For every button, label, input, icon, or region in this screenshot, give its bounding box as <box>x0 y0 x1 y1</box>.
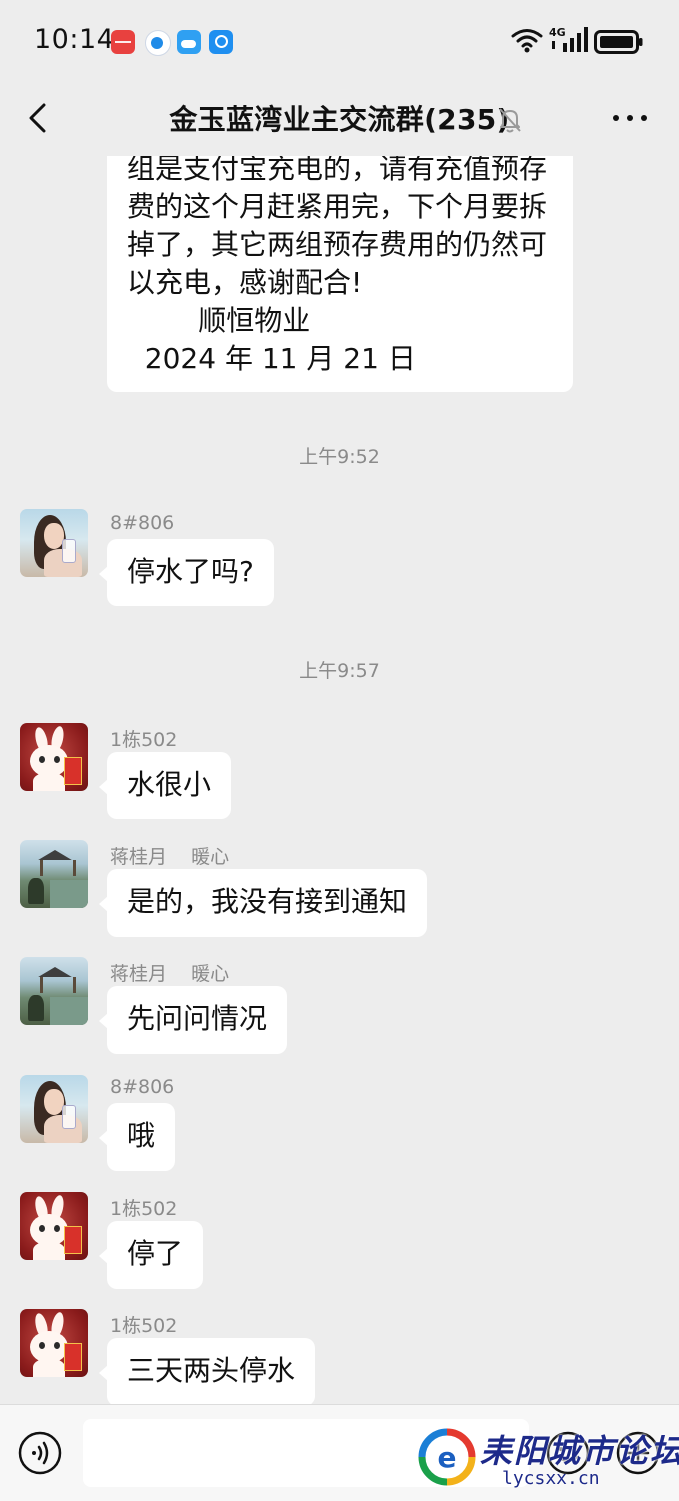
message-bubble[interactable]: 三天两头停水 <box>107 1338 316 1404</box>
announcement-line: 顺恒物业 <box>127 304 311 337</box>
message-bubble[interactable]: 水很小 <box>107 752 232 819</box>
forum-watermark: e 耒阳城市论坛 lycsxx.cn <box>418 1420 679 1496</box>
status-time: 10:14 <box>34 24 115 55</box>
message-bubble[interactable]: 是的，我没有接到通知 <box>107 869 428 937</box>
announcement-line: 掉了，其它两组预存费用的仍然可 <box>127 228 548 261</box>
forum-logo-icon: e <box>418 1428 476 1486</box>
announcement-bubble[interactable]: 组是支付宝充电的，请有充值预存 费的这个月赶紧用完，下个月要拆 掉了，其它两组预… <box>107 156 573 392</box>
wifi-icon <box>511 29 543 53</box>
announcement-line: 以充电，感谢配合! <box>127 266 363 299</box>
avatar[interactable] <box>20 1075 88 1143</box>
watermark-text: 耒阳城市论坛 <box>480 1432 679 1470</box>
message-bubble[interactable]: 哦 <box>107 1103 176 1171</box>
battery-icon <box>594 30 643 54</box>
avatar[interactable] <box>20 1192 88 1260</box>
huawei-store-icon <box>111 30 135 54</box>
announcement-line: 费的这个月赶紧用完，下个月要拆 <box>127 190 548 223</box>
sender-name: 蒋桂月 暖心 <box>110 963 230 985</box>
bell-muted-icon <box>499 108 521 133</box>
message-bubble[interactable]: 停水了吗? <box>107 539 274 606</box>
message-list[interactable]: 组是支付宝充电的，请有充值预存 费的这个月赶紧用完，下个月要拆 掉了，其它两组预… <box>0 156 679 1404</box>
avatar[interactable] <box>20 840 88 908</box>
sender-name: 1栋502 <box>110 729 178 751</box>
sender-name: 1栋502 <box>110 1315 178 1337</box>
status-bar: 10:14 4G <box>0 0 679 84</box>
sender-name: 蒋桂月 暖心 <box>110 846 230 868</box>
avatar[interactable] <box>20 509 88 577</box>
message-timestamp: 上午9:57 <box>299 660 380 682</box>
avatar[interactable] <box>20 1309 88 1377</box>
message-bubble[interactable]: 停了 <box>107 1221 204 1289</box>
message-timestamp: 上午9:52 <box>299 446 380 468</box>
sender-name: 8#806 <box>110 512 175 534</box>
sender-name: 8#806 <box>110 1076 175 1098</box>
chat-title: 金玉蓝湾业主交流群(235) <box>169 103 510 136</box>
announcement-line: 组是支付宝充电的，请有充值预存 <box>127 156 548 185</box>
search-app-icon <box>209 30 233 54</box>
weather-app-icon <box>177 30 201 54</box>
ellipsis-icon[interactable] <box>610 106 650 130</box>
cellular-signal-icon: 4G <box>549 26 588 52</box>
message-bubble[interactable]: 先问问情况 <box>107 986 288 1054</box>
chat-header: 金玉蓝湾业主交流群(235) <box>0 84 679 156</box>
voice-input-icon[interactable] <box>18 1431 62 1475</box>
avatar[interactable] <box>20 957 88 1025</box>
avatar[interactable] <box>20 723 88 791</box>
announcement-line: 2024 年 11 月 21 日 <box>127 342 416 375</box>
sender-name: 1栋502 <box>110 1198 178 1220</box>
send-app-icon <box>145 30 171 56</box>
watermark-url: lycsxx.cn <box>502 1468 600 1489</box>
svg-text:4G: 4G <box>549 26 566 39</box>
svg-text:e: e <box>438 1441 457 1474</box>
